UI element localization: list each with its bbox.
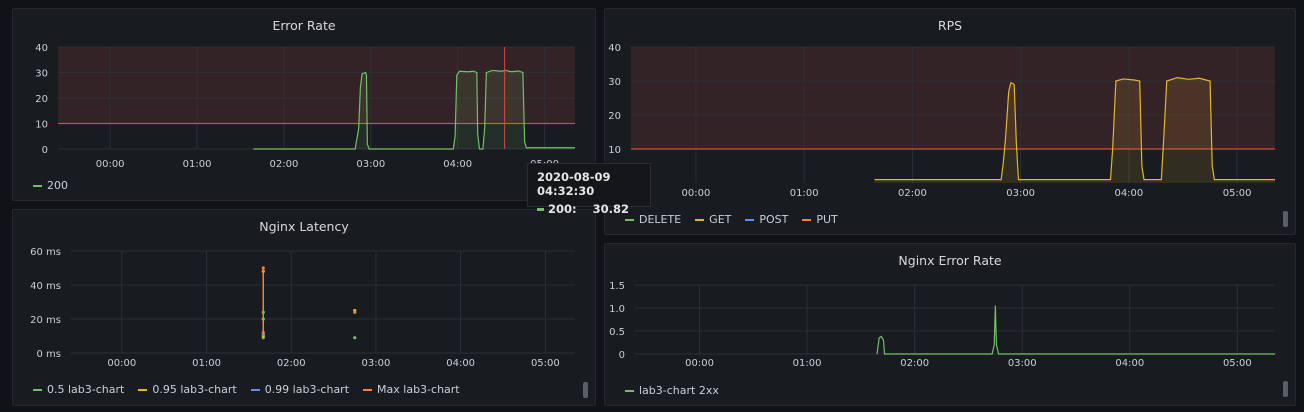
nginx-latency-chart[interactable]: 0 ms 20 ms 40 ms 60 ms 00:00 01:00 02:00 03:00 0…: [13, 210, 597, 407]
legend-swatch: [250, 388, 260, 391]
rps-panel: RPS 10 20 30 40 00:00 01:00 02:00 03:00 04:00 05:…: [604, 8, 1296, 235]
legend-item-max[interactable]: Max lab3-chart: [363, 383, 460, 396]
x-tick-label: 03:00: [362, 358, 391, 369]
y-tick-label: 1.0: [609, 304, 625, 315]
legend-item-p95[interactable]: 0.95 lab3-chart: [138, 383, 237, 396]
x-tick-label: 04:00: [1114, 188, 1143, 199]
x-tick-label: 01:00: [183, 159, 212, 170]
legend-item-p50[interactable]: 0.5 lab3-chart: [33, 383, 124, 396]
legend-label: DELETE: [639, 213, 682, 226]
legend-swatch: [625, 389, 634, 392]
x-tick-label: 00:00: [685, 358, 714, 369]
legend-swatch: [363, 388, 373, 391]
x-tick-label: 04:00: [1115, 358, 1144, 369]
legend-label: POST: [759, 213, 789, 226]
x-tick-label: 04:00: [446, 358, 475, 369]
error-rate-chart[interactable]: 01020304000:0001:0002:0003:0004:0005:00: [13, 9, 597, 202]
legend: 200: [33, 179, 68, 192]
legend-scrollbar[interactable]: [1283, 211, 1288, 227]
y-tick-label: 0 ms: [37, 349, 62, 360]
x-tick-label: 00:00: [682, 188, 711, 199]
error-rate-panel: Error Rate 0 10 20 30 40 00:00 01:00 02:00 03:00…: [12, 8, 596, 201]
x-tick-label: 02:00: [270, 159, 299, 170]
x-tick-label: 01:00: [793, 358, 822, 369]
legend-item-get[interactable]: GET: [695, 213, 731, 226]
legend-scrollbar[interactable]: [1283, 381, 1288, 397]
y-tick-label: 1.5: [609, 281, 625, 292]
x-tick-label: 03:00: [356, 159, 385, 170]
legend: 0.5 lab3-chart 0.95 lab3-chart 0.99 lab3…: [33, 383, 460, 396]
y-tick-label: 20 ms: [30, 315, 61, 326]
legend: DELETE GET POST PUT: [625, 213, 838, 226]
legend-label: GET: [709, 213, 732, 226]
legend-label: lab3-chart 2xx: [639, 384, 719, 397]
legend-label: Max lab3-chart: [377, 383, 460, 396]
x-tick-label: 02:00: [898, 188, 927, 199]
x-tick-label: 03:00: [1006, 188, 1035, 199]
legend-scrollbar[interactable]: [583, 382, 588, 398]
x-tick-label: 04:00: [443, 159, 472, 170]
tooltip-swatch: [537, 207, 544, 211]
x-tick-label: 05:00: [531, 358, 560, 369]
nginx-error-rate-chart[interactable]: 0 0.5 1.0 1.5 00:00 01:00 02:00 03:00 04:00 05:00: [605, 244, 1297, 407]
series-line: [876, 305, 1275, 355]
tooltip-value: 30.82: [592, 202, 629, 216]
x-tick-label: 01:00: [192, 358, 221, 369]
y-tick-label: 20: [35, 94, 48, 105]
y-tick-label: 10: [608, 145, 621, 156]
y-tick-label: 20: [608, 111, 621, 122]
x-tick-label: 00:00: [107, 358, 136, 369]
y-tick-label: 60 ms: [30, 247, 61, 258]
y-tick-label: 0: [619, 350, 625, 361]
x-tick-label: 01:00: [790, 188, 819, 199]
legend-item-p99[interactable]: 0.99 lab3-chart: [250, 383, 350, 396]
tooltip-series: 200:: [548, 202, 577, 216]
legend-swatch: [138, 388, 148, 391]
legend-label: 0.95 lab3-chart: [152, 383, 237, 396]
legend-swatch: [802, 218, 812, 221]
y-tick-label: 30: [35, 69, 48, 80]
legend: lab3-chart 2xx: [625, 384, 719, 397]
legend-swatch: [33, 388, 42, 391]
y-tick-label: 40: [608, 43, 621, 54]
x-tick-label: 03:00: [1008, 358, 1037, 369]
tooltip-time: 2020-08-09 04:32:30: [537, 170, 611, 198]
rps-chart[interactable]: 10 20 30 40 00:00 01:00 02:00 03:00 04:00 05:00: [605, 9, 1297, 236]
y-tick-label: 0.5: [609, 327, 625, 338]
legend-item-200[interactable]: 200: [33, 179, 68, 192]
series-point: [353, 310, 357, 314]
tooltip-row: 200: 30.82: [537, 202, 641, 216]
x-tick-label: 05:00: [1223, 358, 1252, 369]
x-tick-label: 02:00: [277, 358, 306, 369]
hover-tooltip: 2020-08-09 04:32:30 200: 30.82: [527, 163, 651, 216]
legend-label: PUT: [816, 213, 838, 226]
legend-swatch: [33, 184, 42, 187]
x-tick-label: 05:00: [1223, 188, 1252, 199]
nginx-error-rate-panel: Nginx Error Rate 0 0.5 1.0 1.5 00:00 01:00 02:…: [604, 243, 1296, 406]
legend-item-post[interactable]: POST: [745, 213, 788, 226]
legend-label: 200: [47, 179, 68, 192]
x-tick-label: 02:00: [900, 358, 929, 369]
legend-swatch: [745, 218, 755, 221]
legend-item-put[interactable]: PUT: [802, 213, 838, 226]
series-point: [353, 336, 357, 340]
y-tick-label: 30: [608, 77, 621, 88]
y-tick-label: 0: [42, 145, 48, 156]
y-tick-label: 40: [35, 43, 48, 54]
legend-swatch: [625, 218, 634, 221]
x-tick-label: 00:00: [96, 159, 125, 170]
nginx-latency-panel: Nginx Latency 0 ms 20 ms 40 ms 60 ms 00:00 01…: [12, 209, 596, 406]
legend-swatch: [695, 218, 705, 221]
y-tick-label: 40 ms: [30, 281, 61, 292]
legend-item-2xx[interactable]: lab3-chart 2xx: [625, 384, 719, 397]
y-tick-label: 10: [35, 120, 48, 131]
legend-label: 0.5 lab3-chart: [47, 383, 125, 396]
legend-label: 0.99 lab3-chart: [264, 383, 350, 396]
